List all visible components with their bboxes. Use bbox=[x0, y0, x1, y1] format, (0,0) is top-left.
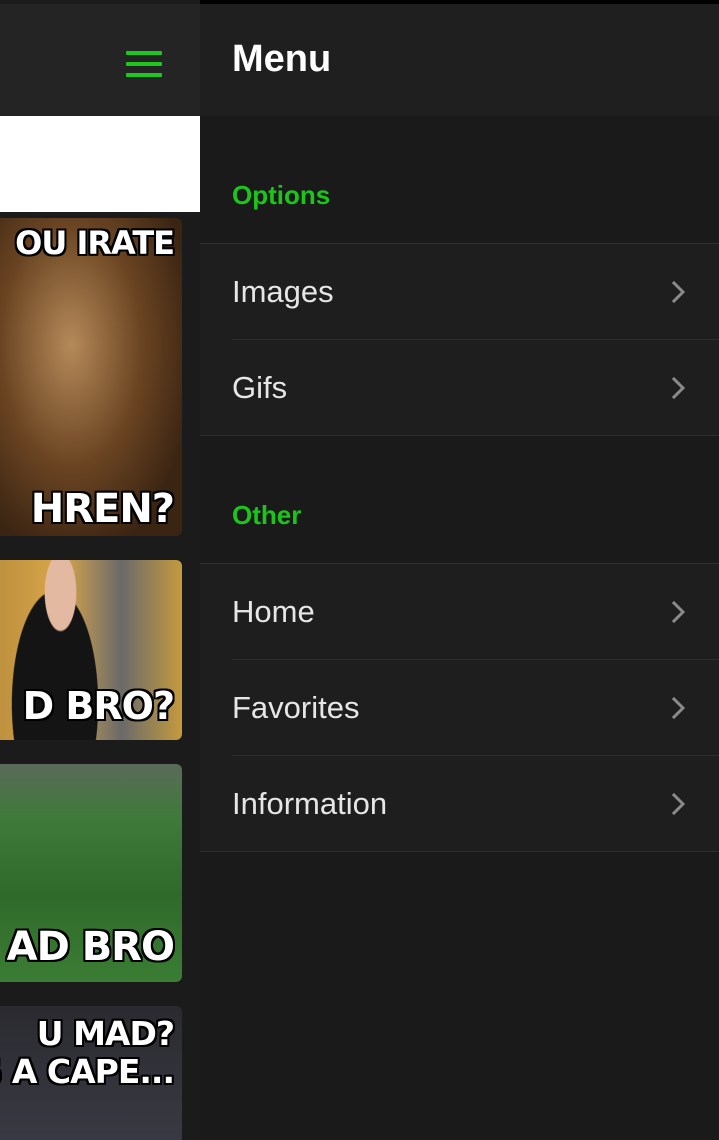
menu-item-label: Favorites bbox=[232, 690, 360, 725]
section-label-other: Other bbox=[232, 500, 302, 530]
menu-item-label: Images bbox=[232, 274, 334, 309]
meme-image[interactable]: D BRO? bbox=[0, 560, 182, 740]
meme-caption-bottom: HREN? bbox=[30, 486, 175, 532]
background-app: OU IRATE HREN? D BRO? AD BRO U MAD? RE'S… bbox=[0, 0, 200, 1140]
hamburger-icon[interactable] bbox=[126, 51, 162, 77]
menu-item-information[interactable]: Information bbox=[200, 756, 719, 852]
search-area[interactable] bbox=[0, 116, 200, 212]
navigation-drawer: Menu Options Images Gifs Other Home Favo… bbox=[200, 4, 719, 1140]
chevron-right-icon bbox=[671, 696, 686, 720]
meme-image[interactable]: U MAD? RE'S A CAPE... bbox=[0, 1006, 182, 1140]
menu-item-home[interactable]: Home bbox=[200, 564, 719, 660]
drawer-title: Menu bbox=[232, 38, 332, 80]
drawer-header: Menu bbox=[200, 4, 719, 116]
section-other: Other bbox=[200, 436, 719, 564]
menu-item-label: Home bbox=[232, 594, 315, 629]
meme-caption-bottom: AD BRO bbox=[6, 924, 175, 970]
menu-item-label: Gifs bbox=[232, 370, 288, 405]
meme-image[interactable]: AD BRO bbox=[0, 764, 182, 982]
chevron-right-icon bbox=[671, 792, 686, 816]
meme-image[interactable]: OU IRATE HREN? bbox=[0, 218, 182, 536]
app-toolbar bbox=[0, 4, 200, 116]
menu-item-label: Information bbox=[232, 786, 388, 821]
chevron-right-icon bbox=[671, 376, 686, 400]
menu-item-gifs[interactable]: Gifs bbox=[200, 340, 719, 436]
section-options: Options bbox=[200, 116, 719, 244]
meme-caption-top: OU IRATE bbox=[15, 224, 175, 262]
meme-caption-top: U MAD? bbox=[36, 1014, 175, 1053]
chevron-right-icon bbox=[671, 280, 686, 304]
meme-caption-bottom: D BRO? bbox=[22, 684, 175, 728]
chevron-right-icon bbox=[671, 600, 686, 624]
section-label-options: Options bbox=[232, 180, 331, 210]
menu-item-images[interactable]: Images bbox=[200, 244, 719, 340]
menu-item-favorites[interactable]: Favorites bbox=[200, 660, 719, 756]
meme-caption-bottom: RE'S A CAPE... bbox=[0, 1052, 175, 1091]
